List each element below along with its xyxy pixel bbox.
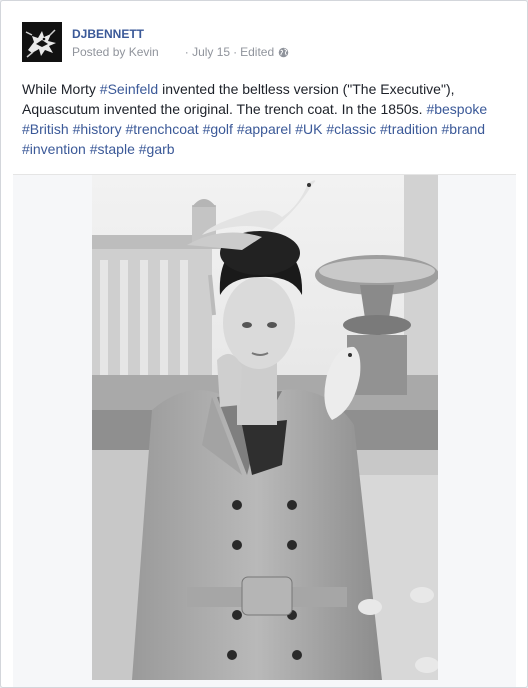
- hashtag-link[interactable]: #Seinfeld: [100, 81, 158, 97]
- hashtag-link[interactable]: #trenchcoat: [126, 121, 199, 137]
- post-card: DJBENNETT Posted by Kevin · July 15 · Edite…: [0, 0, 528, 688]
- avatar[interactable]: [22, 22, 62, 62]
- globe-icon[interactable]: [278, 47, 289, 61]
- hashtag-link[interactable]: #garb: [139, 141, 175, 157]
- hashtag-link[interactable]: #British: [22, 121, 69, 137]
- dragon-logo-icon: [22, 22, 62, 62]
- separator-dot: ·: [184, 45, 189, 59]
- post-photo[interactable]: [92, 175, 438, 680]
- post-date[interactable]: July 15: [192, 45, 230, 59]
- post-text: While Morty #Seinfeld invented the beltl…: [22, 79, 512, 159]
- posted-by[interactable]: Posted by Kevin: [72, 45, 159, 59]
- post-text-fragment: While Morty: [22, 81, 100, 97]
- hashtag-link[interactable]: #history: [73, 121, 122, 137]
- edited-link[interactable]: Edited: [240, 45, 274, 59]
- hashtag-link[interactable]: #UK: [295, 121, 322, 137]
- hashtag-link[interactable]: #classic: [326, 121, 376, 137]
- post-header: DJBENNETT Posted by Kevin · July 15 · Edite…: [22, 22, 502, 66]
- hashtag-link[interactable]: #invention: [22, 141, 86, 157]
- hashtag-link[interactable]: #bespoke: [426, 101, 487, 117]
- hashtag-link[interactable]: #brand: [442, 121, 486, 137]
- hashtag-link[interactable]: #staple: [90, 141, 135, 157]
- separator-dot: ·: [233, 45, 238, 59]
- page-name-link[interactable]: DJBENNETT: [72, 27, 144, 41]
- hashtag-link[interactable]: #tradition: [380, 121, 438, 137]
- hashtag-link[interactable]: #golf: [203, 121, 233, 137]
- post-meta: Posted by Kevin · July 15 · Edited: [72, 45, 289, 61]
- hashtag-link[interactable]: #apparel: [237, 121, 292, 137]
- photo-area: [13, 174, 516, 687]
